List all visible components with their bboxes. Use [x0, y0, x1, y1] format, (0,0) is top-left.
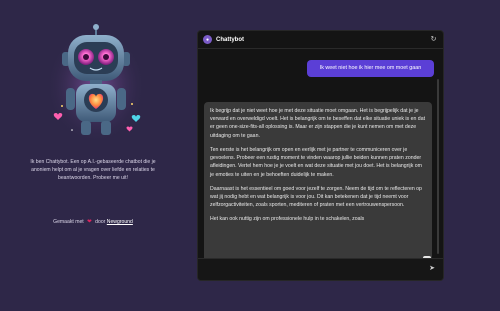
message-list[interactable]: Ik weet niet hoe ik hier mee om moet gaa… — [198, 50, 443, 260]
scrollbar[interactable] — [437, 79, 439, 254]
bot-paragraph: Daarnaast is het essentieel om goed voor… — [210, 185, 422, 209]
bot-message: Ik begrijp dat je niet weet hoe je met d… — [204, 102, 432, 260]
send-icon[interactable]: ➤ — [427, 264, 437, 274]
robot-mascot-image — [42, 18, 150, 148]
user-message: Ik weet niet hoe ik hier mee om moet gaa… — [307, 60, 434, 77]
credits-line: Gemaakt met ❤ door Newground — [28, 219, 158, 225]
credits-prefix: Gemaakt met — [53, 219, 84, 225]
heart-icon: ❤ — [87, 219, 92, 225]
credits-middle: door — [95, 219, 106, 225]
input-bar: ➤ — [198, 258, 443, 280]
bot-paragraph: Ten eerste is het belangrijk om open en … — [210, 146, 422, 178]
chat-title: Chattybot — [216, 36, 244, 43]
newground-link[interactable]: Newground — [107, 219, 133, 225]
refresh-icon[interactable]: ↻ — [429, 35, 438, 44]
message-input[interactable] — [203, 263, 418, 276]
chat-header: ● Chattybot ↻ — [198, 31, 443, 49]
sidebar: Ik ben Chattybot. Een op A.I.-gebaseerde… — [0, 0, 190, 311]
intro-text: Ik ben Chattybot. Een op A.I.-gebaseerde… — [30, 159, 156, 182]
chattybot-logo-icon: ● — [203, 35, 212, 44]
bot-paragraph: Ik begrijp dat je niet weet hoe je met d… — [210, 108, 426, 139]
chat-window: ● Chattybot ↻ Ik weet niet hoe ik hier m… — [197, 30, 444, 281]
bot-paragraph: Het kan ook nuttig zijn om professionele… — [210, 216, 365, 223]
